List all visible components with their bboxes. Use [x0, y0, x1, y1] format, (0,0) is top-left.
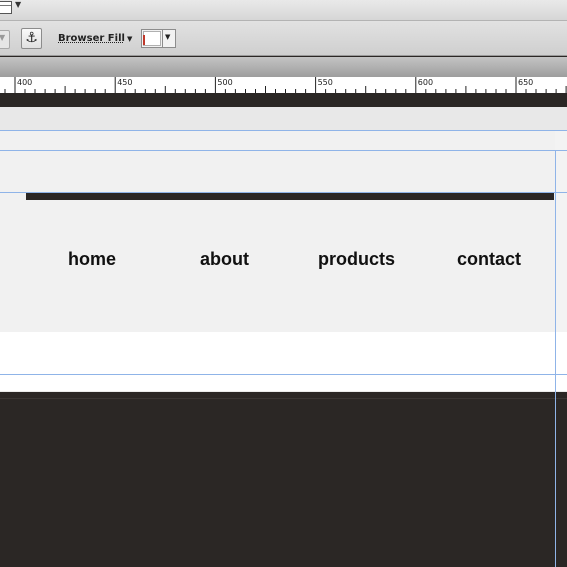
guide-line[interactable] — [0, 130, 567, 131]
ruler-tick-label: 500 — [217, 78, 232, 87]
guide-line[interactable] — [0, 150, 567, 151]
ruler-tick-label: 650 — [518, 78, 533, 87]
page-icon[interactable] — [0, 1, 12, 14]
chevron-down-icon: ▼ — [126, 35, 133, 43]
divider — [162, 30, 163, 47]
browser-fill-menu[interactable]: Browser Fill ▼ — [58, 33, 132, 44]
toolbar-shadow-band — [0, 57, 567, 77]
top-toolbar: ▼ — [0, 0, 567, 21]
ruler-tick-label: 550 — [318, 78, 333, 87]
anchor-icon: ⚓ — [25, 30, 38, 46]
footer-area — [0, 392, 567, 567]
horizontal-ruler[interactable]: 400450500550600650700750800850900 — [0, 77, 567, 93]
ruler-tick-label: 400 — [17, 78, 32, 87]
nav-link-contact[interactable]: contact — [457, 249, 521, 270]
ruler-ticks: 400450500550600650700750800850900 — [4, 77, 567, 93]
nav-link-about[interactable]: about — [200, 249, 249, 270]
control-bar: ▼ ⚓ Browser Fill ▼ ▼ — [0, 21, 567, 56]
guide-line[interactable] — [555, 150, 556, 567]
nav-background[interactable] — [0, 131, 555, 332]
footer-divider — [0, 398, 567, 399]
page-top-band — [0, 93, 567, 107]
ruler-tick-label: 450 — [117, 78, 132, 87]
guide-line[interactable] — [0, 374, 567, 375]
chevron-down-icon: ▼ — [165, 33, 171, 41]
guide-line[interactable] — [0, 192, 567, 193]
nav-link-home[interactable]: home — [68, 249, 116, 270]
ruler-tick-label: 600 — [418, 78, 433, 87]
fill-color-picker[interactable]: ▼ — [141, 29, 176, 48]
dropdown-arrow-icon: ▼ — [0, 33, 6, 42]
color-swatch — [143, 31, 161, 46]
nav-link-products[interactable]: products — [318, 249, 395, 270]
dropdown-arrow-icon[interactable]: ▼ — [15, 0, 21, 9]
content-band[interactable] — [0, 332, 567, 391]
disabled-dropdown-button[interactable]: ▼ — [0, 30, 10, 49]
anchor-button[interactable]: ⚓ — [21, 28, 42, 49]
header-strip — [0, 107, 567, 131]
nav-top-rule[interactable] — [26, 192, 554, 200]
browser-fill-label: Browser Fill — [58, 33, 125, 44]
nav-background-right — [555, 131, 567, 332]
